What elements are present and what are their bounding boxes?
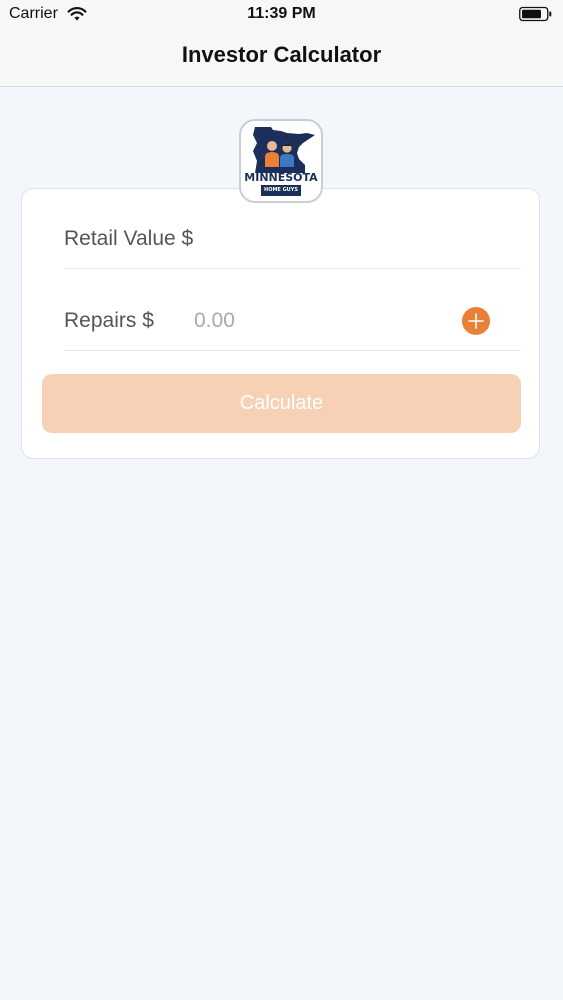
plus-circle-icon [468, 313, 484, 329]
repairs-input[interactable] [194, 304, 444, 338]
repairs-label: Repairs $ [64, 309, 154, 332]
retail-value-input[interactable] [214, 222, 514, 256]
add-repairs-button[interactable] [462, 307, 490, 335]
status-bar: Carrier 11:39 PM [0, 0, 563, 30]
calculate-button[interactable]: Calculate [42, 374, 521, 433]
battery-icon [519, 6, 552, 22]
row-divider [64, 268, 521, 269]
logo-subtitle: HOME GUYS [261, 185, 301, 196]
page-title: Investor Calculator [181, 42, 382, 67]
row-divider [64, 350, 521, 351]
status-time: 11:39 PM [247, 5, 316, 22]
navigation-bar: Investor Calculator [0, 30, 563, 87]
logo-wordmark: MINNESOTA [244, 171, 318, 184]
retail-value-label: Retail Value $ [64, 227, 194, 250]
minnesota-home-guys-logo: MINNESOTA HOME GUYS [239, 119, 323, 203]
